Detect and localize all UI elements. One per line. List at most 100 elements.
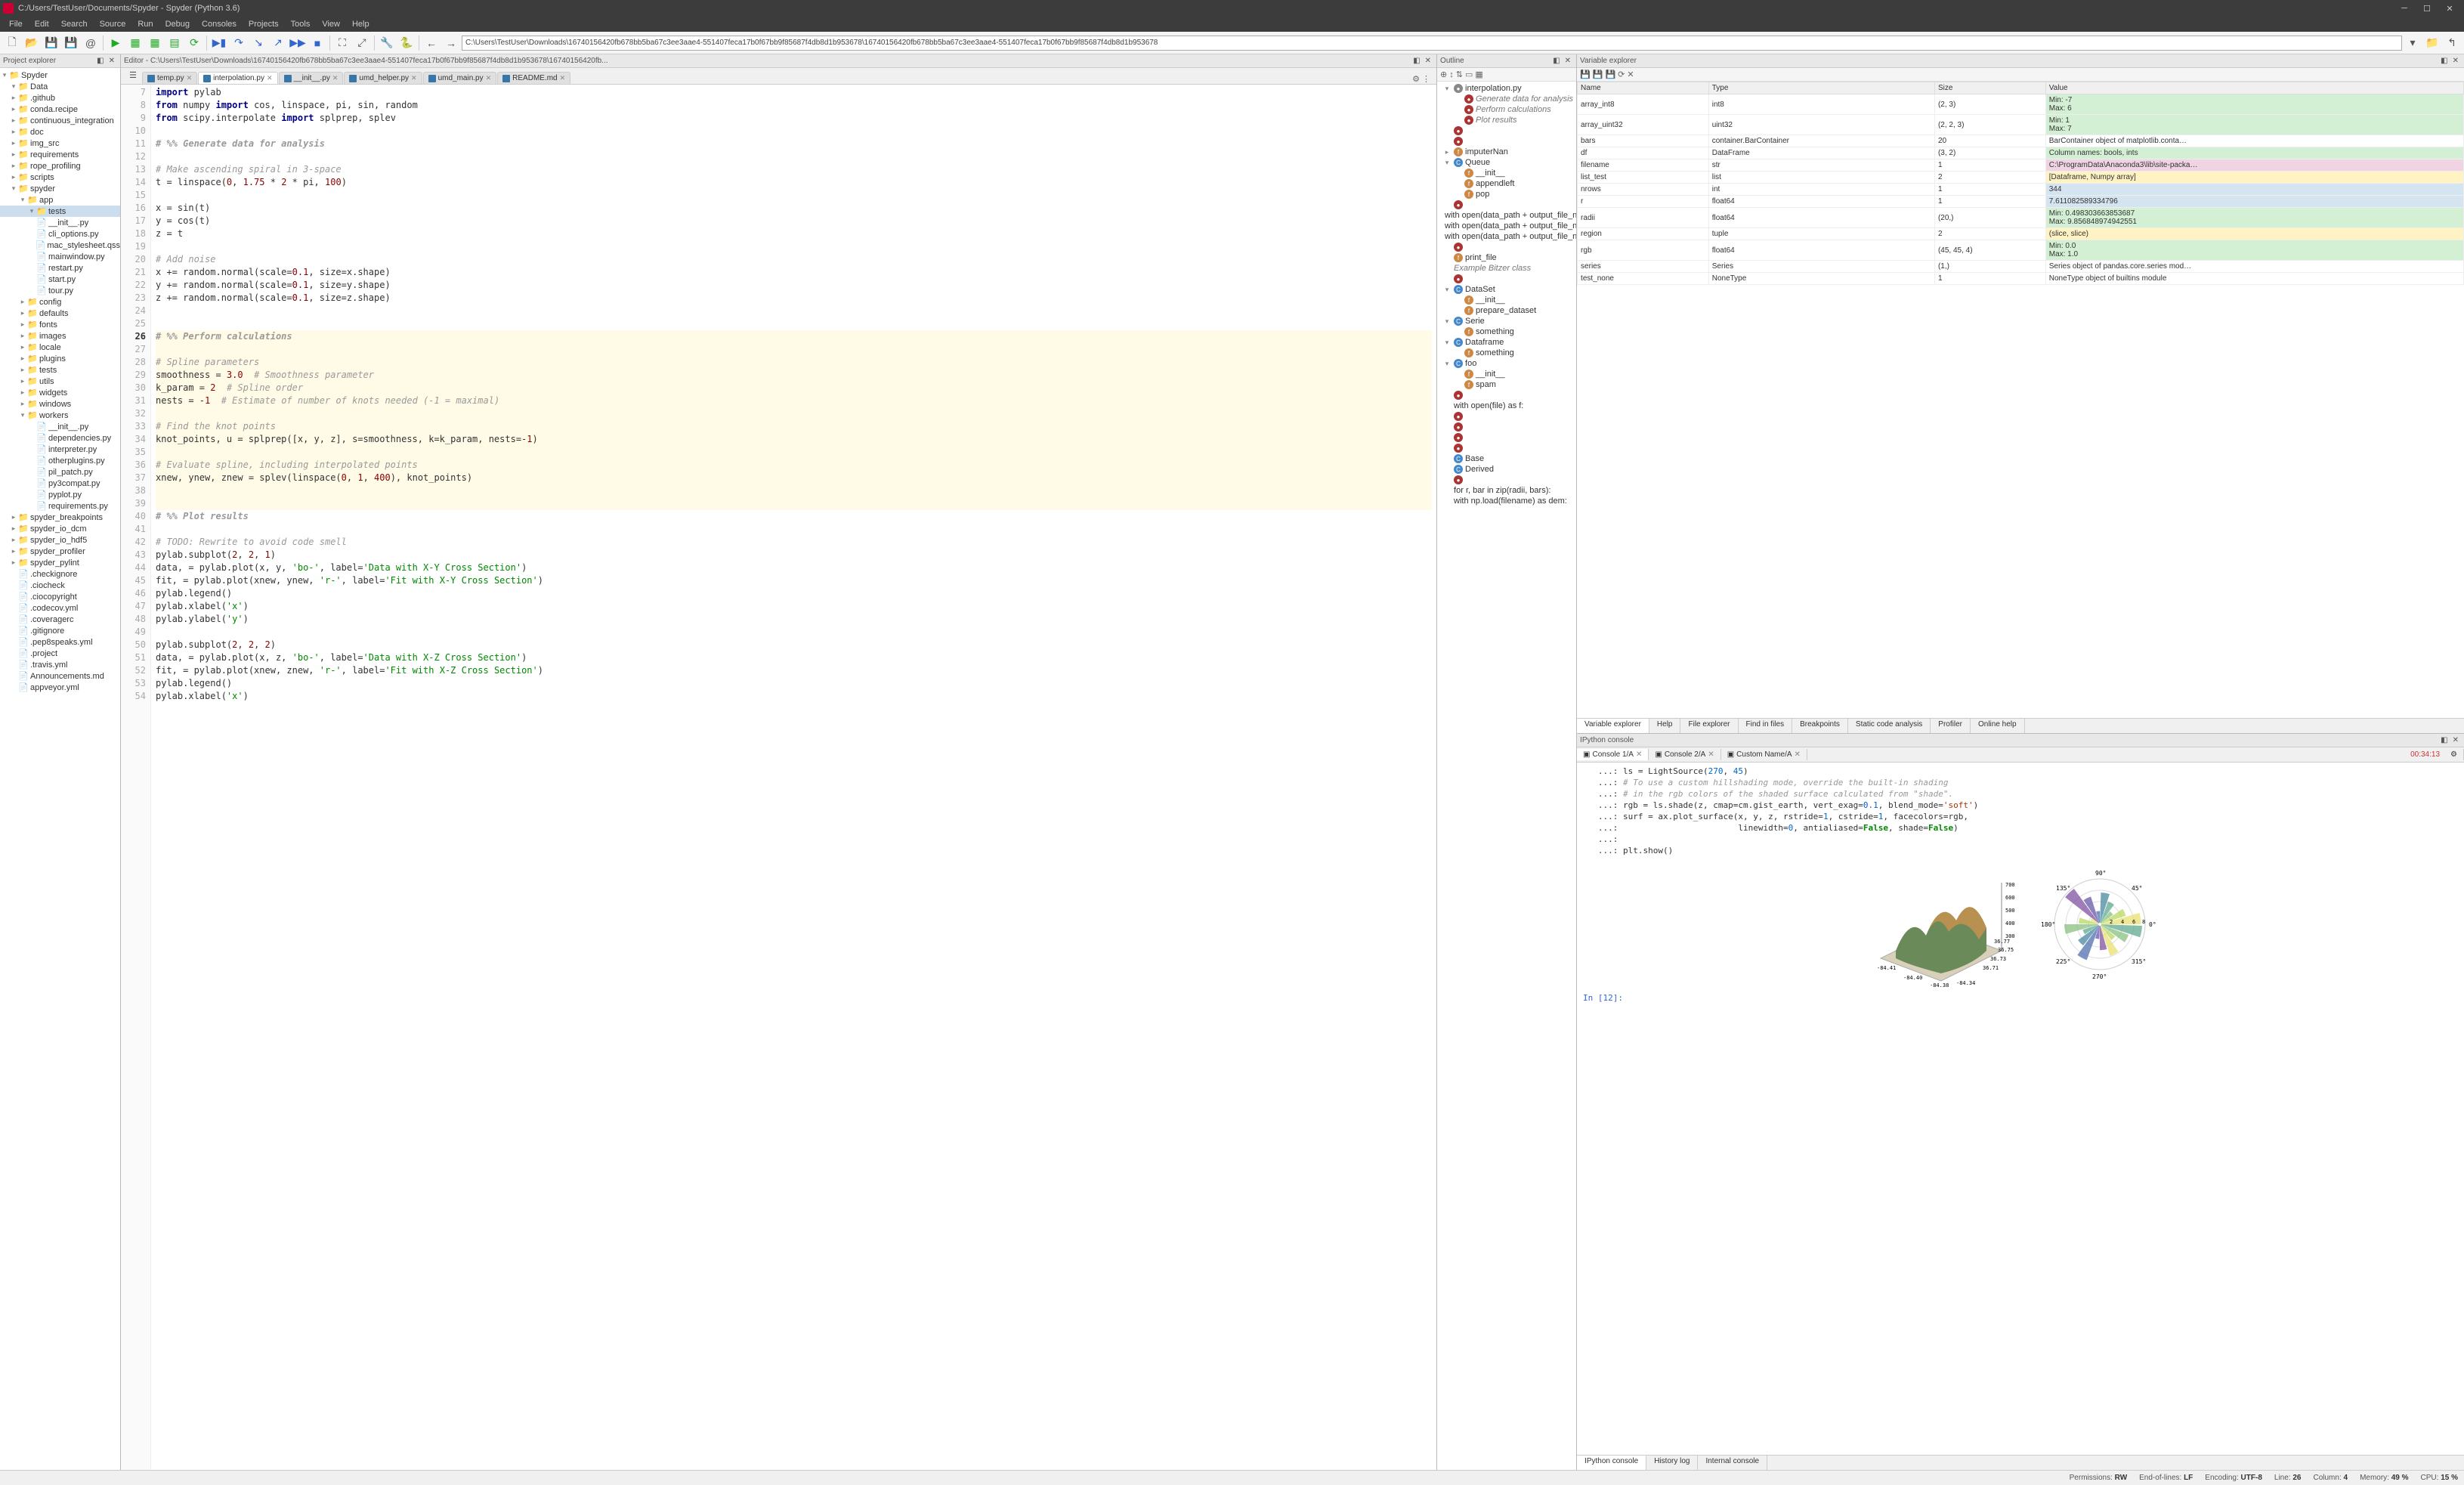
outline-item[interactable]: ▾CQueue [1439,157,1575,168]
editor-tab[interactable]: umd_main.py✕ [423,72,497,84]
variable-row[interactable]: barscontainer.BarContainer20BarContainer… [1578,135,2464,147]
variable-row[interactable]: radiifloat64(20,)Min: 0.498303663853687 … [1578,208,2464,228]
tree-item[interactable]: ▸📁continuous_integration [0,115,120,126]
outline-item[interactable]: fappendleft [1439,178,1575,189]
tree-item[interactable]: ▸📁plugins [0,353,120,364]
tree-item[interactable]: 📄.checkignore [0,568,120,580]
variable-row[interactable]: filenamestr1C:\ProgramData\Anaconda3\lib… [1578,159,2464,172]
variable-row[interactable]: rgbfloat64(45, 45, 4)Min: 0.0 Max: 1.0 [1578,240,2464,261]
tree-item[interactable]: ▸📁config [0,296,120,308]
tree-item[interactable]: 📄.project [0,648,120,659]
save-icon[interactable]: 💾 [42,34,60,52]
variable-row[interactable]: list_testlist2[Dataframe, Numpy array] [1578,172,2464,184]
outline-item[interactable]: with open(data_path + output_file_n... [1439,231,1575,242]
run-cell-icon[interactable]: ▦ [126,34,144,52]
tree-item[interactable]: ▾📁Data [0,81,120,92]
save-data-icon[interactable]: 💾 [1593,70,1603,79]
close-tab-icon[interactable]: ✕ [560,74,566,82]
outline-item[interactable]: ● [1439,411,1575,422]
close-tab-icon[interactable]: ✕ [187,74,193,82]
close-tab-icon[interactable]: ✕ [411,74,417,82]
tree-item[interactable]: 📄Announcements.md [0,670,120,682]
outline-tool-icon[interactable]: ▭ [1465,70,1473,79]
outline-item[interactable]: Example Bitzer class [1439,263,1575,274]
variable-row[interactable]: dfDataFrame(3, 2)Column names: bools, in… [1578,147,2464,159]
column-header[interactable]: Type [1708,82,1934,94]
editor-tab[interactable]: interpolation.py✕ [198,72,277,84]
outline-item[interactable]: ● [1439,422,1575,432]
close-tab-icon[interactable]: ✕ [1795,750,1801,759]
tree-item[interactable]: 📄pyplot.py [0,489,120,500]
working-dir-input[interactable]: C:\Users\TestUser\Downloads\16740156420f… [462,36,2402,51]
tree-item[interactable]: 📄restart.py [0,262,120,274]
tree-item[interactable]: ▸📁rope_profiling [0,160,120,172]
editor-tab[interactable]: temp.py✕ [142,72,197,84]
undock-icon[interactable]: ◧ [94,57,106,65]
tree-item[interactable]: 📄__init__.py [0,421,120,432]
outline-item[interactable]: ● [1439,136,1575,147]
menu-run[interactable]: Run [131,20,159,29]
tree-item[interactable]: ▸📁locale [0,342,120,353]
rerun-icon[interactable]: ⟳ [185,34,203,52]
outline-item[interactable]: for r, bar in zip(radii, bars): [1439,485,1575,496]
forward-icon[interactable]: → [442,34,460,52]
outline-tool-icon[interactable]: ↕ [1449,70,1454,79]
tree-item[interactable]: 📄mac_stylesheet.qss [0,240,120,251]
menu-edit[interactable]: Edit [29,20,55,29]
open-file-icon[interactable]: 📂 [23,34,41,52]
outline-tool-icon[interactable]: ⇅ [1456,70,1463,79]
outline-item[interactable]: ● [1439,242,1575,252]
console-output[interactable]: ...: ls = LightSource(270, 45) ...: # To… [1577,763,2464,1455]
outline-item[interactable]: ● [1439,390,1575,401]
pane-tab[interactable]: Profiler [1931,719,1971,733]
pane-tab[interactable]: History log [1646,1456,1698,1470]
tree-item[interactable]: ▾📁tests [0,206,120,217]
outline-item[interactable]: f__init__ [1439,295,1575,305]
outline-item[interactable]: fspam [1439,379,1575,390]
maximize-button[interactable]: ☐ [2416,0,2438,17]
tree-item[interactable]: ▾📁spyder [0,183,120,194]
menu-source[interactable]: Source [94,20,132,29]
tree-item[interactable]: ▸📁img_src [0,138,120,149]
step-into-icon[interactable]: ↘ [249,34,267,52]
close-pane-icon[interactable]: ✕ [107,57,117,65]
close-pane-icon[interactable]: ✕ [1563,57,1573,65]
tree-item[interactable]: 📄start.py [0,274,120,285]
menu-debug[interactable]: Debug [159,20,196,29]
outline-item[interactable]: with open(data_path + output_file_n... [1439,210,1575,221]
outline-tool-icon[interactable]: ▦ [1475,70,1482,79]
new-file-icon[interactable]: 🗋 [3,34,21,52]
maximize-pane-icon[interactable]: ⛶ [333,34,351,52]
save-all-icon[interactable]: 💾 [62,34,80,52]
undock-icon[interactable]: ◧ [1550,57,1562,65]
outline-item[interactable]: f__init__ [1439,369,1575,379]
tree-item[interactable]: 📄cli_options.py [0,228,120,240]
tree-item[interactable]: 📄requirements.py [0,500,120,512]
tree-item[interactable]: 📄pil_patch.py [0,466,120,478]
outline-item[interactable]: ▾●interpolation.py [1439,83,1575,94]
tree-item[interactable]: ▾📁Spyder [0,70,120,81]
outline-item[interactable]: ▾CDataframe [1439,337,1575,348]
pane-tab[interactable]: Find in files [1739,719,1793,733]
preferences-icon[interactable]: 🔧 [378,34,396,52]
outline-item[interactable]: ● [1439,443,1575,453]
tree-item[interactable]: ▾📁app [0,194,120,206]
menu-projects[interactable]: Projects [243,20,285,29]
code-editor[interactable]: 7891011121314151617181920212223242526272… [121,85,1436,1470]
close-tab-icon[interactable]: ✕ [1636,750,1642,759]
outline-item[interactable]: ●Perform calculations [1439,104,1575,115]
debug-icon[interactable]: ▶▮ [210,34,228,52]
options-icon[interactable]: ✕ [1627,70,1634,79]
tree-item[interactable]: 📄py3compat.py [0,478,120,489]
outline-item[interactable]: ● [1439,274,1575,284]
editor-tab[interactable]: README.md✕ [497,72,570,84]
tree-item[interactable]: ▸📁fonts [0,319,120,330]
pane-tab[interactable]: Internal console [1698,1456,1767,1470]
tree-item[interactable]: 📄.travis.yml [0,659,120,670]
close-tab-icon[interactable]: ✕ [332,74,339,82]
variable-row[interactable]: array_uint32uint32(2, 2, 3)Min: 1 Max: 7 [1578,115,2464,135]
menu-help[interactable]: Help [346,20,376,29]
tree-item[interactable]: 📄__init__.py [0,217,120,228]
outline-item[interactable]: ▸fimputerNan [1439,147,1575,157]
refresh-icon[interactable]: ⟳ [1618,70,1625,79]
